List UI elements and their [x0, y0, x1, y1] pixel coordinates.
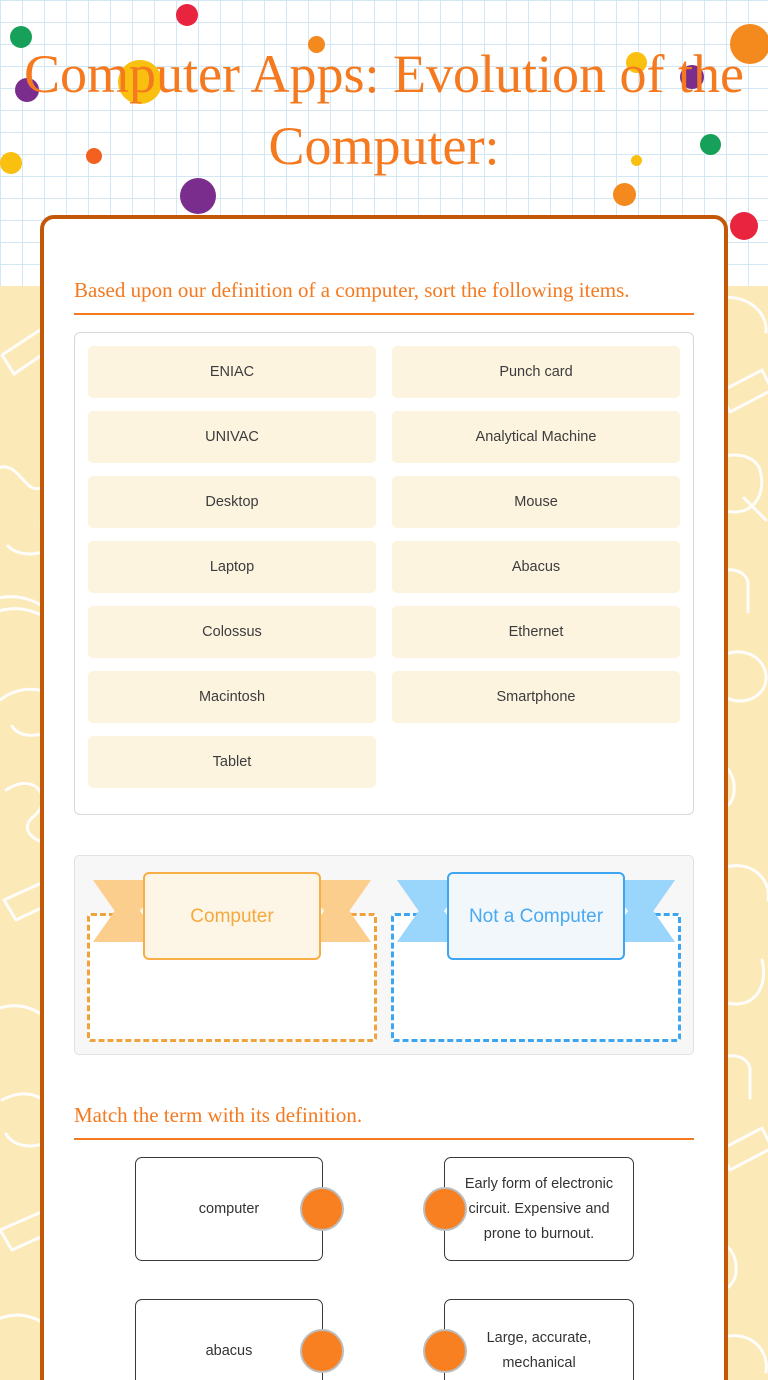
sort-item-label: Macintosh: [88, 671, 376, 723]
paint-splatter: [0, 152, 22, 174]
match-term-box[interactable]: computer: [135, 1157, 344, 1261]
match-term-label: abacus: [205, 1343, 253, 1359]
match-section-prompt: Match the term with its definition.: [74, 1102, 694, 1140]
sort-section-prompt: Based upon our definition of a computer,…: [74, 277, 694, 315]
match-connector-dot[interactable]: [423, 1329, 467, 1373]
paint-splatter: [700, 134, 721, 155]
match-row: abacus Large, accurate, mechanical: [74, 1299, 694, 1380]
sort-item[interactable]: Punch card: [384, 346, 680, 411]
match-definition-column: Early form of electronic circuit. Expens…: [384, 1157, 694, 1261]
sort-item-label: Punch card: [392, 346, 680, 398]
sort-item[interactable]: Colossus: [88, 606, 384, 671]
sort-item[interactable]: Smartphone: [384, 671, 680, 736]
sort-item-label: Tablet: [88, 736, 376, 788]
paint-splatter: [176, 4, 198, 26]
paint-splatter: [631, 155, 642, 166]
paint-splatter: [730, 212, 758, 240]
paint-splatter: [10, 26, 32, 48]
paint-splatter: [15, 78, 39, 102]
worksheet-card: Based upon our definition of a computer,…: [40, 215, 728, 1380]
sort-item[interactable]: Laptop: [88, 541, 384, 606]
match-row: computer Early form of electronic circuit…: [74, 1157, 694, 1261]
sort-item[interactable]: Analytical Machine: [384, 411, 680, 476]
paint-splatter: [613, 183, 636, 206]
match-connector-dot[interactable]: [300, 1187, 344, 1231]
paint-splatter: [180, 178, 216, 214]
paint-splatter: [626, 52, 647, 73]
sort-item-label: Analytical Machine: [392, 411, 680, 463]
dropzone-computer-area[interactable]: [87, 913, 377, 1042]
match-connector-dot[interactable]: [423, 1187, 467, 1231]
paint-splatter: [680, 65, 704, 89]
sort-item-label: Laptop: [88, 541, 376, 593]
match-term-box[interactable]: abacus: [135, 1299, 344, 1380]
sort-item-label: Abacus: [392, 541, 680, 593]
sort-item-label: Colossus: [88, 606, 376, 658]
sort-item[interactable]: Tablet: [88, 736, 384, 801]
sort-item-label: Mouse: [392, 476, 680, 528]
paint-splatter: [308, 36, 325, 53]
match-row-list: computer Early form of electronic circuit…: [74, 1157, 694, 1380]
sort-item-label: Ethernet: [392, 606, 680, 658]
sort-item[interactable]: Macintosh: [88, 671, 384, 736]
dropzone-computer[interactable]: Computer: [87, 868, 377, 1042]
match-definition-box[interactable]: Large, accurate, mechanical: [423, 1299, 634, 1380]
match-definition-label: Early form of electronic circuit. Expens…: [464, 1175, 614, 1242]
paint-splatter: [86, 148, 102, 164]
paint-splatter: [118, 60, 162, 104]
sort-item[interactable]: Mouse: [384, 476, 680, 541]
match-term-label: computer: [198, 1201, 260, 1217]
dropzone-not-a-computer-area[interactable]: [391, 913, 681, 1042]
sort-item[interactable]: Ethernet: [384, 606, 680, 671]
match-definition-box[interactable]: Early form of electronic circuit. Expens…: [423, 1157, 634, 1261]
sort-item[interactable]: UNIVAC: [88, 411, 384, 476]
sort-item-label: Smartphone: [392, 671, 680, 723]
match-section: Match the term with its definition. comp…: [74, 1102, 694, 1380]
match-term-column: computer: [74, 1157, 384, 1261]
sort-item[interactable]: Desktop: [88, 476, 384, 541]
match-term-column: abacus: [74, 1299, 384, 1380]
sort-item-label: ENIAC: [88, 346, 376, 398]
sort-item[interactable]: Abacus: [384, 541, 680, 606]
sort-item-label: UNIVAC: [88, 411, 376, 463]
match-definition-column: Large, accurate, mechanical: [384, 1299, 694, 1380]
sort-item-label: Desktop: [88, 476, 376, 528]
dropzone-container: Computer Not a Computer: [74, 855, 694, 1055]
match-connector-dot[interactable]: [300, 1329, 344, 1373]
paint-splatter: [730, 24, 768, 64]
sort-item[interactable]: ENIAC: [88, 346, 384, 411]
dropzone-not-a-computer[interactable]: Not a Computer: [391, 868, 681, 1042]
sort-item-pool: ENIAC Punch card UNIVAC Analytical Machine D…: [74, 332, 694, 815]
match-definition-label: Large, accurate, mechanical: [486, 1330, 592, 1371]
